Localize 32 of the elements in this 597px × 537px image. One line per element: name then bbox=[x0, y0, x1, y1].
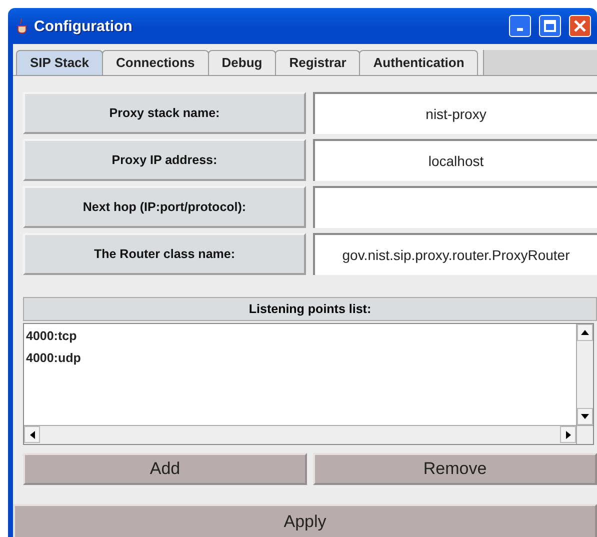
close-icon bbox=[574, 20, 586, 32]
apply-button[interactable]: Apply bbox=[13, 504, 597, 537]
minimize-icon bbox=[517, 28, 523, 31]
field-label: Proxy IP address: bbox=[23, 139, 306, 181]
maximize-button[interactable] bbox=[539, 15, 561, 37]
field-label: Proxy stack name: bbox=[23, 92, 306, 134]
window-title: Configuration bbox=[34, 18, 134, 34]
up-arrow-icon bbox=[581, 330, 589, 335]
list-item[interactable]: 4000:udp bbox=[26, 351, 574, 365]
scroll-right-button[interactable] bbox=[560, 426, 576, 443]
scroll-up-button[interactable] bbox=[577, 324, 593, 341]
list-header: Listening points list: bbox=[23, 297, 597, 321]
field-label: The Router class name: bbox=[23, 233, 306, 275]
field-label: Next hop (IP:port/protocol): bbox=[23, 186, 306, 228]
input-field[interactable]: localhost bbox=[313, 139, 597, 181]
list-item[interactable]: 4000:tcp bbox=[26, 329, 574, 343]
scroll-left-button[interactable] bbox=[24, 426, 40, 443]
left-arrow-icon bbox=[30, 430, 34, 438]
action-button[interactable]: Remove bbox=[313, 453, 597, 485]
down-arrow-icon bbox=[581, 414, 589, 419]
close-button[interactable] bbox=[569, 15, 591, 37]
maximize-icon bbox=[544, 20, 556, 32]
tab[interactable]: SIP Stack bbox=[16, 50, 104, 75]
tab[interactable]: Authentication bbox=[359, 50, 478, 75]
input-field[interactable]: gov.nist.sip.proxy.router.ProxyRouter bbox=[313, 233, 597, 275]
action-button[interactable]: Add bbox=[23, 453, 307, 485]
right-arrow-icon bbox=[566, 430, 570, 438]
input-field[interactable] bbox=[313, 186, 597, 228]
coffee-cup-icon bbox=[16, 18, 28, 34]
scroll-down-button[interactable] bbox=[577, 408, 593, 425]
minimize-button[interactable] bbox=[509, 15, 531, 37]
input-field[interactable]: nist-proxy bbox=[313, 92, 597, 134]
